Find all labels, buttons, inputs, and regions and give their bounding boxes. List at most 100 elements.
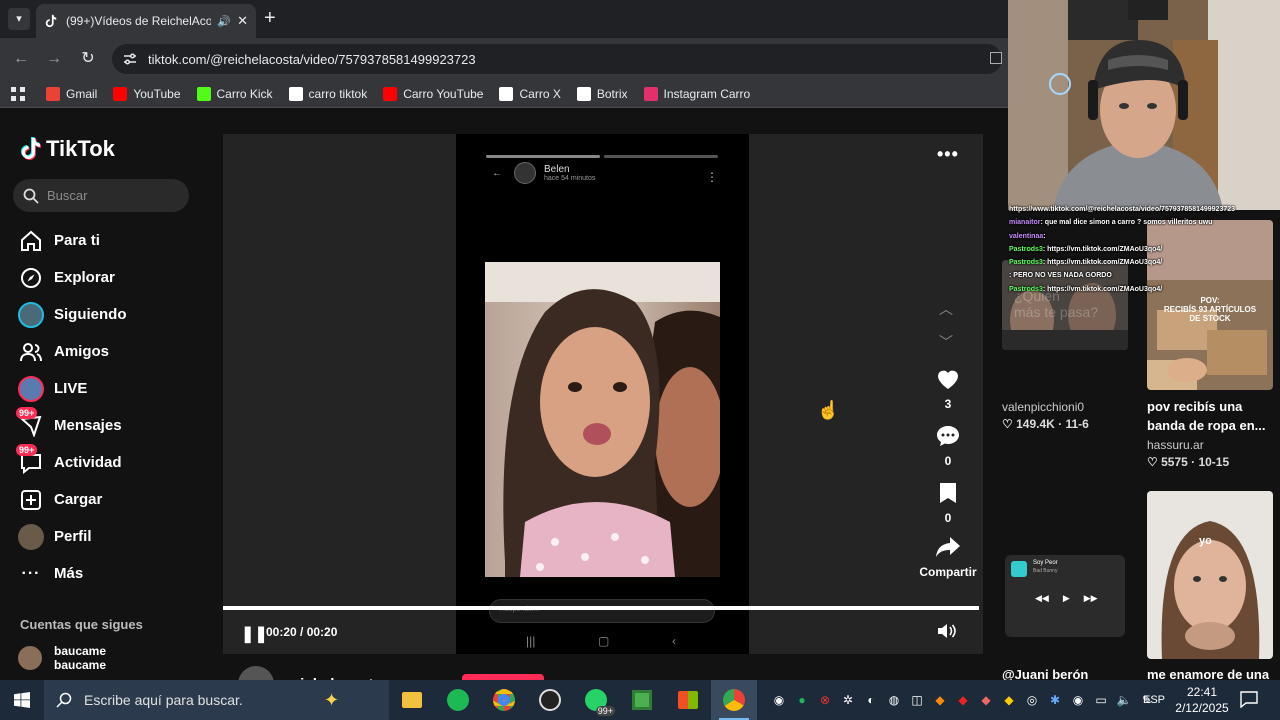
- comment-button[interactable]: 0: [918, 425, 978, 468]
- recorder-tray-icon[interactable]: ◍: [885, 691, 903, 709]
- forward-button[interactable]: →: [43, 48, 65, 70]
- tiktok-logo[interactable]: TikTok: [20, 136, 115, 162]
- app4-tray-icon[interactable]: ◆: [977, 691, 995, 709]
- youtube-icon: [383, 86, 398, 101]
- tiktok-search-input[interactable]: [47, 188, 177, 203]
- rec-stats-1: ♡ 149.4K · 11-6: [1002, 417, 1089, 431]
- like-button[interactable]: 3: [918, 368, 978, 411]
- rec-title-2[interactable]: pov recibís una banda de ropa en...: [1147, 397, 1277, 435]
- site-info-icon[interactable]: [122, 51, 138, 67]
- bookmark-carro-kick[interactable]: Carro Kick: [196, 86, 273, 101]
- cast-icon[interactable]: [990, 52, 1002, 64]
- app2-tray-icon[interactable]: ◆: [931, 691, 949, 709]
- video-player[interactable]: ← Belen hace 54 minutos ⋮ ||| ▢ ‹ ••• ︿ …: [223, 134, 983, 654]
- bookmark-gmail[interactable]: Gmail: [46, 86, 97, 101]
- address-bar[interactable]: tiktok.com/@reichelacosta/video/75793785…: [112, 44, 1002, 74]
- bookmark-instagram-carro[interactable]: Instagram Carro: [643, 86, 750, 101]
- nav-item-para-ti[interactable]: Para ti: [18, 222, 127, 259]
- reload-button[interactable]: ↻: [77, 48, 99, 70]
- volume-button[interactable]: [937, 622, 957, 645]
- save-button[interactable]: 0: [918, 482, 978, 525]
- chrome-active-icon[interactable]: [711, 680, 757, 720]
- chat-message: https://www.tiktok.com/@reichelacosta/vi…: [1009, 203, 1271, 216]
- bookmark-carro-youtube[interactable]: Carro YouTube: [383, 86, 483, 101]
- network-tray-icon[interactable]: ▭: [1092, 691, 1110, 709]
- volume-tray-icon[interactable]: 🔈: [1115, 691, 1133, 709]
- youtube-icon: [113, 86, 128, 101]
- app-tray-icon[interactable]: ⊗: [816, 691, 834, 709]
- nav-item-mensajes[interactable]: 99+ Mensajes: [16, 406, 127, 444]
- discord-tray-icon[interactable]: ◐: [862, 691, 880, 709]
- nav-item-actividad[interactable]: 99+ Actividad: [16, 443, 127, 481]
- rec-user-2[interactable]: hassuru.ar: [1147, 438, 1204, 452]
- taskbar-search-input[interactable]: [84, 692, 324, 708]
- post-author[interactable]: reichelacosta: [238, 666, 382, 680]
- nav-item-live[interactable]: LIVE: [18, 370, 127, 407]
- spotify-icon[interactable]: [435, 680, 481, 720]
- start-button[interactable]: [0, 680, 44, 720]
- profile-avatar: [18, 523, 44, 550]
- whatsapp-icon[interactable]: 99+: [573, 680, 619, 720]
- bookmark-botrix[interactable]: Botrix: [576, 86, 628, 101]
- nav-item-explorar[interactable]: Explorar: [18, 259, 127, 296]
- bookmark-label: Botrix: [596, 86, 628, 101]
- bookmark-carro-x[interactable]: Carro X: [499, 86, 561, 101]
- nav-item-label: Amigos: [54, 343, 110, 360]
- botrix-icon: [576, 86, 591, 101]
- app3-tray-icon[interactable]: ◆: [954, 691, 972, 709]
- steam-tray-icon[interactable]: ◎: [1023, 691, 1041, 709]
- rec-thumbnail-4[interactable]: yo: [1147, 491, 1273, 659]
- apps-grid-icon[interactable]: [10, 86, 26, 102]
- notification-icon[interactable]: [1240, 690, 1258, 713]
- save-count: 0: [944, 511, 952, 525]
- pause-button[interactable]: ❚❚: [241, 624, 268, 644]
- nav-item-siguiendo[interactable]: Siguiendo: [18, 296, 127, 333]
- language-indicator[interactable]: ESP: [1143, 694, 1165, 706]
- tiktok-sidebar: TikTok Para ti Explorar Siguiendo Amigos LIV…: [0, 108, 210, 680]
- gmail-icon: [46, 86, 60, 101]
- browser-tab-active[interactable]: (99+)Vídeos de ReichelAcosta 🔊 ✕: [36, 4, 256, 38]
- nav-item-más[interactable]: ··· Más: [18, 555, 127, 592]
- chat-message: : PERO NO VES NADA GORDO: [1009, 269, 1271, 282]
- story-name: Belen: [544, 164, 570, 175]
- chrome-icon[interactable]: [481, 680, 527, 720]
- whatsapp-tray-icon[interactable]: ◉: [770, 691, 788, 709]
- share-button[interactable]: Compartir: [918, 536, 978, 579]
- next-video-icon[interactable]: ﹀: [939, 332, 953, 352]
- tab-audio-icon[interactable]: 🔊: [217, 15, 231, 28]
- back-button[interactable]: ←: [10, 48, 32, 70]
- microsoft-store-icon[interactable]: [665, 680, 711, 720]
- bluetooth-tray-icon[interactable]: ✱: [1046, 691, 1064, 709]
- spotify-tray-icon[interactable]: ●: [793, 691, 811, 709]
- shield-tray-icon[interactable]: ◆: [1000, 691, 1018, 709]
- bookmark-carro-tiktok[interactable]: carro tiktok: [288, 86, 367, 101]
- taskbar-clock[interactable]: 22:41 2/12/2025: [1174, 684, 1230, 716]
- tiktok-search[interactable]: [13, 179, 189, 212]
- video-progress-bar[interactable]: [223, 606, 979, 610]
- more-options-icon[interactable]: •••: [937, 144, 959, 165]
- taskbar-search[interactable]: ✦: [44, 680, 389, 720]
- minecraft-icon[interactable]: [619, 680, 665, 720]
- app5-tray-icon[interactable]: ◉: [1069, 691, 1087, 709]
- nav-item-cargar[interactable]: Cargar: [18, 481, 127, 518]
- nav-item-label: Mensajes: [54, 417, 122, 434]
- chatgpt-tray-icon[interactable]: ✲: [839, 691, 857, 709]
- volume-icon: [938, 624, 956, 638]
- tool-tray-icon[interactable]: ◫: [908, 691, 926, 709]
- nav-item-label: Explorar: [54, 269, 115, 286]
- copilot-sparkle-icon[interactable]: ✦: [324, 690, 339, 711]
- bookmark-youtube[interactable]: YouTube: [113, 86, 181, 101]
- tab-close-icon[interactable]: ✕: [237, 13, 248, 29]
- file-explorer-icon[interactable]: [389, 680, 435, 720]
- story-avatar: [514, 162, 536, 184]
- obs-icon[interactable]: [527, 680, 573, 720]
- nav-item-amigos[interactable]: Amigos: [18, 333, 127, 370]
- tab-search-button[interactable]: ▾: [8, 8, 30, 30]
- rec-user-1[interactable]: valenpicchioni0: [1002, 400, 1084, 414]
- following-account[interactable]: baucame baucame: [18, 644, 106, 672]
- nav-item-perfil[interactable]: Perfil: [18, 518, 127, 555]
- previous-video-icon[interactable]: ︿: [939, 299, 953, 319]
- new-tab-button[interactable]: +: [264, 8, 276, 28]
- chat-username: Pastrods3: [1009, 285, 1043, 293]
- video-frame[interactable]: ← Belen hace 54 minutos ⋮ ||| ▢ ‹: [456, 134, 749, 654]
